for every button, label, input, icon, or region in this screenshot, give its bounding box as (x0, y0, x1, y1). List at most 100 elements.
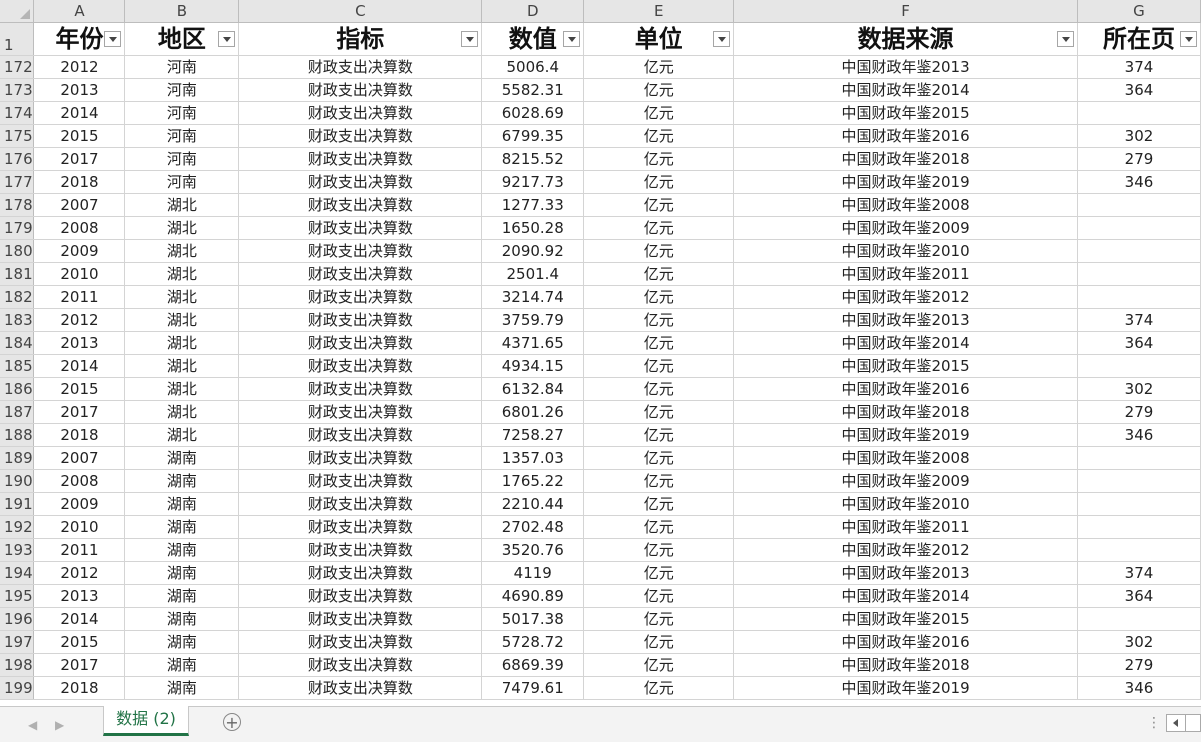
value-cell[interactable]: 5006.4 (481, 55, 585, 79)
header-cell-year[interactable]: 年份 (33, 22, 126, 56)
row-number[interactable]: 173 (0, 78, 35, 102)
page-cell[interactable]: 302 (1077, 124, 1201, 148)
region-cell[interactable]: 湖南 (124, 469, 240, 493)
hscroll-left-arrow-icon[interactable] (1166, 714, 1186, 732)
indicator-cell[interactable]: 财政支出决算数 (238, 676, 483, 700)
header-cell-indicator[interactable]: 指标 (238, 22, 483, 56)
value-cell[interactable]: 6801.26 (481, 400, 585, 424)
value-cell[interactable]: 2501.4 (481, 262, 585, 286)
value-cell[interactable]: 5582.31 (481, 78, 585, 102)
add-sheet-icon[interactable]: + (223, 713, 241, 731)
unit-cell[interactable]: 亿元 (583, 147, 735, 171)
unit-cell[interactable]: 亿元 (583, 285, 735, 309)
year-cell[interactable]: 2018 (33, 170, 126, 194)
year-cell[interactable]: 2017 (33, 653, 126, 677)
value-cell[interactable]: 7479.61 (481, 676, 585, 700)
header-cell-page[interactable]: 所在页 (1077, 22, 1201, 56)
page-cell[interactable]: 364 (1077, 331, 1201, 355)
indicator-cell[interactable]: 财政支出决算数 (238, 331, 483, 355)
year-cell[interactable]: 2011 (33, 538, 126, 562)
unit-cell[interactable]: 亿元 (583, 55, 735, 79)
page-cell[interactable] (1077, 262, 1201, 286)
source-cell[interactable]: 中国财政年鉴2011 (733, 262, 1078, 286)
unit-cell[interactable]: 亿元 (583, 216, 735, 240)
source-cell[interactable]: 中国财政年鉴2015 (733, 607, 1078, 631)
source-cell[interactable]: 中国财政年鉴2012 (733, 285, 1078, 309)
year-cell[interactable]: 2012 (33, 55, 126, 79)
row-number[interactable]: 184 (0, 331, 35, 355)
row-number[interactable]: 176 (0, 147, 35, 171)
filter-dropdown-icon[interactable] (104, 31, 122, 47)
indicator-cell[interactable]: 财政支出决算数 (238, 400, 483, 424)
unit-cell[interactable]: 亿元 (583, 308, 735, 332)
indicator-cell[interactable]: 财政支出决算数 (238, 216, 483, 240)
indicator-cell[interactable]: 财政支出决算数 (238, 78, 483, 102)
unit-cell[interactable]: 亿元 (583, 78, 735, 102)
region-cell[interactable]: 河南 (124, 147, 240, 171)
indicator-cell[interactable]: 财政支出决算数 (238, 170, 483, 194)
source-cell[interactable]: 中国财政年鉴2018 (733, 400, 1078, 424)
region-cell[interactable]: 湖南 (124, 676, 240, 700)
page-cell[interactable] (1077, 538, 1201, 562)
row-number[interactable]: 180 (0, 239, 35, 263)
region-cell[interactable]: 湖北 (124, 400, 240, 424)
unit-cell[interactable]: 亿元 (583, 331, 735, 355)
source-cell[interactable]: 中国财政年鉴2015 (733, 354, 1078, 378)
row-number[interactable]: 174 (0, 101, 35, 125)
unit-cell[interactable]: 亿元 (583, 446, 735, 470)
row-number[interactable]: 183 (0, 308, 35, 332)
header-cell-region[interactable]: 地区 (124, 22, 240, 56)
row-number[interactable]: 188 (0, 423, 35, 447)
indicator-cell[interactable]: 财政支出决算数 (238, 354, 483, 378)
source-cell[interactable]: 中国财政年鉴2015 (733, 101, 1078, 125)
unit-cell[interactable]: 亿元 (583, 400, 735, 424)
indicator-cell[interactable]: 财政支出决算数 (238, 147, 483, 171)
region-cell[interactable]: 河南 (124, 170, 240, 194)
column-header-d[interactable]: D (481, 0, 585, 23)
row-number[interactable]: 187 (0, 400, 35, 424)
region-cell[interactable]: 湖北 (124, 262, 240, 286)
value-cell[interactable]: 2702.48 (481, 515, 585, 539)
value-cell[interactable]: 5017.38 (481, 607, 585, 631)
year-cell[interactable]: 2009 (33, 492, 126, 516)
region-cell[interactable]: 湖北 (124, 331, 240, 355)
region-cell[interactable]: 湖南 (124, 515, 240, 539)
unit-cell[interactable]: 亿元 (583, 515, 735, 539)
page-cell[interactable] (1077, 216, 1201, 240)
page-cell[interactable] (1077, 492, 1201, 516)
page-cell[interactable]: 374 (1077, 308, 1201, 332)
indicator-cell[interactable]: 财政支出决算数 (238, 262, 483, 286)
source-cell[interactable]: 中国财政年鉴2019 (733, 170, 1078, 194)
region-cell[interactable]: 湖北 (124, 239, 240, 263)
source-cell[interactable]: 中国财政年鉴2013 (733, 561, 1078, 585)
region-cell[interactable]: 湖南 (124, 584, 240, 608)
region-cell[interactable]: 湖南 (124, 446, 240, 470)
year-cell[interactable]: 2007 (33, 446, 126, 470)
header-cell-source[interactable]: 数据来源 (733, 22, 1078, 56)
column-header-a[interactable]: A (33, 0, 126, 23)
region-cell[interactable]: 河南 (124, 124, 240, 148)
column-header-b[interactable]: B (124, 0, 240, 23)
row-number[interactable]: 195 (0, 584, 35, 608)
unit-cell[interactable]: 亿元 (583, 239, 735, 263)
page-cell[interactable] (1077, 285, 1201, 309)
year-cell[interactable]: 2010 (33, 515, 126, 539)
header-cell-unit[interactable]: 单位 (583, 22, 735, 56)
page-cell[interactable]: 346 (1077, 170, 1201, 194)
year-cell[interactable]: 2017 (33, 147, 126, 171)
value-cell[interactable]: 6799.35 (481, 124, 585, 148)
unit-cell[interactable]: 亿元 (583, 262, 735, 286)
row-number[interactable]: 177 (0, 170, 35, 194)
unit-cell[interactable]: 亿元 (583, 124, 735, 148)
indicator-cell[interactable]: 财政支出决算数 (238, 492, 483, 516)
value-cell[interactable]: 4934.15 (481, 354, 585, 378)
year-cell[interactable]: 2015 (33, 377, 126, 401)
year-cell[interactable]: 2008 (33, 469, 126, 493)
page-cell[interactable]: 364 (1077, 584, 1201, 608)
region-cell[interactable]: 河南 (124, 101, 240, 125)
source-cell[interactable]: 中国财政年鉴2009 (733, 216, 1078, 240)
source-cell[interactable]: 中国财政年鉴2011 (733, 515, 1078, 539)
region-cell[interactable]: 河南 (124, 55, 240, 79)
value-cell[interactable]: 6132.84 (481, 377, 585, 401)
page-cell[interactable]: 279 (1077, 653, 1201, 677)
